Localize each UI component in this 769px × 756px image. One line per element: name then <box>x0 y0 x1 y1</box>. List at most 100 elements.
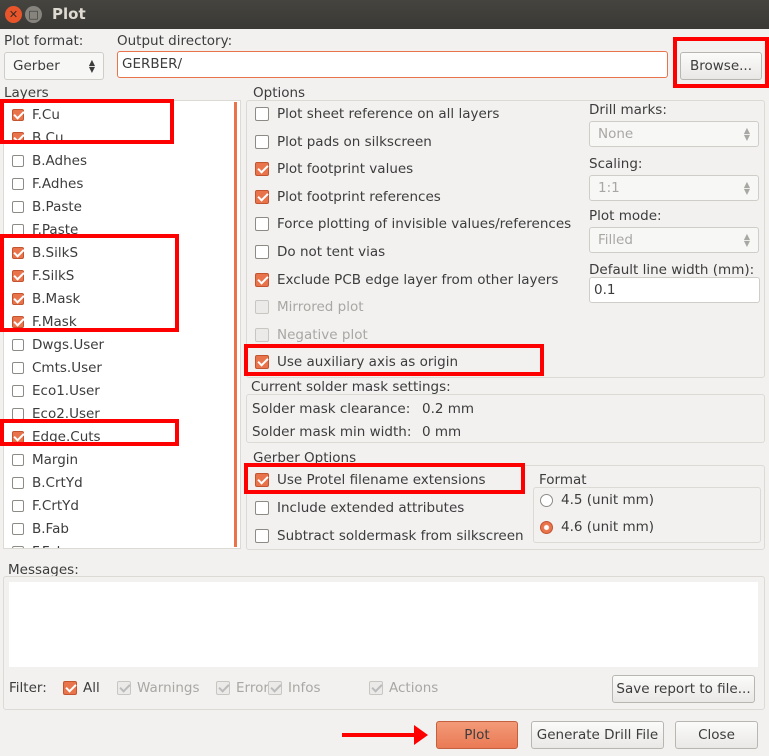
layer-item[interactable]: Dwgs.User <box>12 335 104 355</box>
highlight-box <box>244 463 525 494</box>
plot-format-select[interactable]: Gerber ▲ ▼ <box>4 52 104 80</box>
option-checkbox[interactable]: Plot sheet reference on all layers <box>255 106 499 122</box>
gerber-option-checkbox[interactable]: Include extended attributes <box>255 500 464 516</box>
checkbox-icon <box>255 501 269 515</box>
maximize-window-icon[interactable]: □ <box>25 6 42 23</box>
filter-checkbox: Infos <box>268 680 321 696</box>
option-checkbox[interactable]: Plot footprint values <box>255 161 413 177</box>
checkbox-icon <box>255 327 269 342</box>
output-directory-input[interactable]: GERBER/ <box>117 51 668 78</box>
solder-mask-title: Current solder mask settings: <box>251 379 451 395</box>
spinner-icon: ▲ ▼ <box>88 58 95 74</box>
checkbox-icon <box>268 681 282 695</box>
spinner-icon: ▲ ▼ <box>743 180 750 196</box>
checkbox-icon[interactable] <box>12 454 24 466</box>
layer-item[interactable]: F.CrtYd <box>12 496 79 516</box>
layers-scrollbar[interactable] <box>234 102 237 547</box>
checkbox-icon <box>255 162 269 177</box>
format-title: Format <box>539 472 587 488</box>
checkbox-icon[interactable] <box>12 385 24 397</box>
checkbox-icon[interactable] <box>12 201 24 213</box>
option-label: Mirrored plot <box>277 299 364 316</box>
plot-button[interactable]: Plot <box>436 721 518 749</box>
filter-checkbox[interactable]: All <box>63 680 100 696</box>
format-option-4-6[interactable]: 4.6 (unit mm) <box>540 519 654 535</box>
solder-mask-min-width-label: Solder mask min width: <box>252 424 412 440</box>
filter-label: Filter: <box>9 680 47 696</box>
layer-item[interactable]: B.Paste <box>12 197 82 217</box>
close-button[interactable]: Close <box>675 721 758 749</box>
option-checkbox: Mirrored plot <box>255 299 364 315</box>
checkbox-icon <box>255 529 269 543</box>
layer-item[interactable]: B.Adhes <box>12 151 87 171</box>
checkbox-icon[interactable] <box>12 178 24 190</box>
gerber-option-checkbox[interactable]: Subtract soldermask from silkscreen <box>255 528 524 544</box>
option-checkbox[interactable]: Plot footprint references <box>255 189 441 205</box>
highlight-box <box>0 99 174 144</box>
highlight-box <box>673 37 769 88</box>
spinner-icon: ▲ ▼ <box>743 232 750 248</box>
solder-mask-clearance-label: Solder mask clearance: <box>252 401 411 417</box>
checkbox-icon[interactable] <box>12 500 24 512</box>
option-label: Plot footprint references <box>277 188 441 205</box>
layer-item[interactable]: B.CrtYd <box>12 473 83 493</box>
title-bar: ✕ □ Plot <box>0 0 769 29</box>
checkbox-icon[interactable] <box>12 339 24 351</box>
plot-mode-label: Plot mode: <box>589 208 662 224</box>
option-checkbox: Negative plot <box>255 327 368 343</box>
layer-item[interactable]: F.Fab <box>12 542 65 548</box>
option-label: Exclude PCB edge layer from other layers <box>277 271 559 288</box>
layer-name: F.Fab <box>32 544 65 548</box>
highlight-box <box>244 344 544 376</box>
filter-label-text: Actions <box>389 680 439 696</box>
checkbox-icon <box>255 272 269 287</box>
plot-format-value: Gerber <box>13 58 60 74</box>
generate-drill-file-button[interactable]: Generate Drill File <box>531 721 664 749</box>
layer-item[interactable]: B.Fab <box>12 519 69 539</box>
radio-icon <box>540 493 553 507</box>
option-checkbox[interactable]: Do not tent vias <box>255 244 385 260</box>
checkbox-icon <box>255 134 269 149</box>
drill-marks-value: None <box>598 126 634 142</box>
arrow-right-icon <box>414 725 428 745</box>
layer-item[interactable]: Margin <box>12 450 78 470</box>
checkbox-icon[interactable] <box>12 477 24 489</box>
drill-marks-label: Drill marks: <box>589 102 667 118</box>
layer-name: B.CrtYd <box>32 475 83 491</box>
spinner-icon: ▲ ▼ <box>743 126 750 142</box>
plot-mode-select: Filled ▲ ▼ <box>589 227 759 253</box>
layer-item[interactable]: Cmts.User <box>12 358 102 378</box>
format-option-4-5[interactable]: 4.5 (unit mm) <box>540 492 654 508</box>
close-window-icon[interactable]: ✕ <box>5 6 22 23</box>
checkbox-icon[interactable] <box>12 546 24 548</box>
layer-name: B.Fab <box>32 521 69 537</box>
option-label: Plot sheet reference on all layers <box>277 106 500 122</box>
layer-item[interactable]: Eco1.User <box>12 381 100 401</box>
layer-name: F.CrtYd <box>32 498 79 514</box>
filter-label-text: Infos <box>288 680 321 696</box>
layer-item[interactable]: F.Adhes <box>12 174 83 194</box>
gerber-option-label: Include extended attributes <box>277 500 465 516</box>
filter-checkbox: Actions <box>369 680 438 696</box>
option-checkbox[interactable]: Force plotting of invisible values/refer… <box>255 216 571 232</box>
checkbox-icon[interactable] <box>12 155 24 167</box>
format-option-label: 4.5 (unit mm) <box>561 492 655 508</box>
scaling-select: 1:1 ▲ ▼ <box>589 175 759 201</box>
checkbox-icon <box>369 681 383 695</box>
checkbox-icon[interactable] <box>12 523 24 535</box>
solder-mask-min-width-value: 0 mm <box>422 424 462 440</box>
checkbox-icon <box>117 681 131 695</box>
plot-format-label: Plot format: <box>4 33 84 49</box>
option-checkbox[interactable]: Exclude PCB edge layer from other layers <box>255 272 558 288</box>
filter-checkbox: Warnings <box>117 680 200 696</box>
arrow-shaft <box>342 733 417 737</box>
layer-name: Dwgs.User <box>32 337 105 353</box>
checkbox-icon[interactable] <box>12 362 24 374</box>
save-report-button[interactable]: Save report to file... <box>612 675 755 703</box>
plot-mode-value: Filled <box>598 232 633 248</box>
option-checkbox[interactable]: Plot pads on silkscreen <box>255 134 432 150</box>
option-label: Negative plot <box>277 326 368 343</box>
line-width-input[interactable]: 0.1 <box>589 277 760 303</box>
messages-area[interactable] <box>9 582 758 667</box>
checkbox-icon <box>255 245 269 259</box>
